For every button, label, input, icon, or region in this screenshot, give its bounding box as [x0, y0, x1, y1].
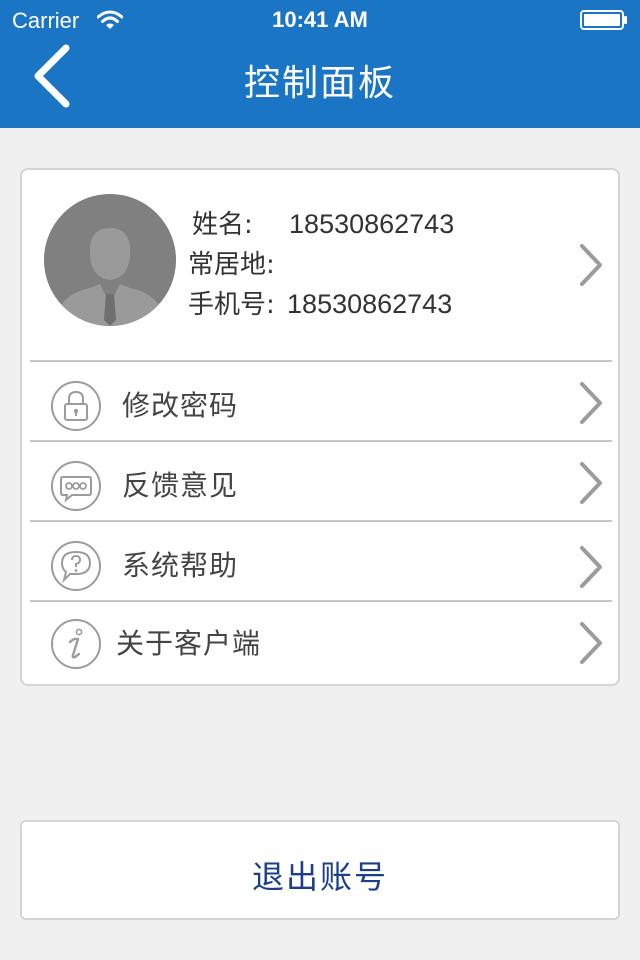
chevron-right-icon: [580, 244, 602, 286]
menu-item-label: 系统帮助: [122, 549, 239, 582]
chevron-right-icon: [580, 546, 602, 588]
logout-button[interactable]: 退出账号: [20, 820, 620, 920]
lock-icon: [51, 381, 101, 431]
menu-item-about[interactable]: 关于客户端: [22, 604, 618, 682]
menu-item-label: 修改密码: [122, 389, 239, 422]
menu-item-label: 反馈意见: [122, 469, 239, 502]
control-panel-card: 姓名: 18530862743 常居地: 手机号: 18530862743 修改…: [20, 168, 620, 686]
navigation-bar: Carrier 10:41 AM 控制面板: [0, 0, 640, 128]
divider: [30, 520, 612, 522]
phone-value: 18530862743: [287, 289, 453, 319]
menu-item-feedback[interactable]: 反馈意见: [22, 444, 618, 522]
user-avatar-icon: [44, 194, 176, 326]
chevron-right-icon: [580, 382, 602, 424]
info-icon: [51, 619, 101, 669]
menu-item-system-help[interactable]: 系统帮助: [22, 524, 618, 602]
help-bubble-icon: [51, 541, 101, 591]
divider: [30, 440, 612, 442]
battery-icon: [580, 10, 627, 30]
menu-item-label: 关于客户端: [116, 627, 262, 660]
chevron-right-icon: [580, 462, 602, 504]
chevron-right-icon: [580, 622, 602, 664]
logout-label: 退出账号: [251, 858, 388, 896]
divider: [30, 600, 612, 602]
status-time: 10:41 AM: [272, 7, 368, 32]
name-line: 姓名: 18530862743: [192, 204, 454, 241]
status-bar: Carrier 10:41 AM: [0, 0, 640, 40]
profile-row[interactable]: 姓名: 18530862743 常居地: 手机号: 18530862743: [22, 170, 618, 362]
divider: [30, 360, 612, 362]
menu-item-change-password[interactable]: 修改密码: [22, 364, 618, 442]
page-title: 控制面板: [243, 63, 396, 104]
chat-bubble-icon: [51, 461, 101, 511]
name-label: 姓名:: [192, 210, 253, 240]
phone-line: 手机号: 18530862743: [188, 284, 452, 321]
residence-line: 常居地:: [188, 244, 283, 281]
residence-label: 常居地:: [188, 250, 275, 280]
name-value: 18530862743: [289, 209, 455, 239]
phone-label: 手机号:: [188, 290, 275, 320]
